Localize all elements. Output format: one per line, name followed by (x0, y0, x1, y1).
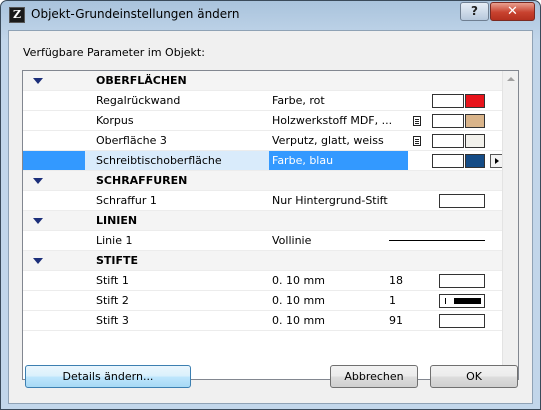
param-row-stift-1[interactable]: Stift 1 0. 10 mm 18 (23, 271, 503, 291)
param-value[interactable]: 0. 10 mm (269, 271, 408, 290)
pen-number[interactable]: 1 (389, 294, 396, 307)
document-icon (413, 136, 421, 146)
details-button[interactable]: Details ändern... (25, 365, 191, 388)
color-swatch[interactable] (465, 114, 485, 128)
group-row-linien[interactable]: LINIEN (23, 211, 503, 231)
group-row-schraffuren[interactable]: SCHRAFFUREN (23, 171, 503, 191)
selection-marker (23, 151, 85, 170)
param-name: Korpus (96, 114, 134, 127)
param-name: Schreibtischoberfläche (85, 151, 269, 170)
background-swatch[interactable] (432, 154, 464, 168)
scroll-up-icon[interactable] (507, 77, 515, 81)
cancel-button[interactable]: Abbrechen (330, 365, 418, 388)
line-type-sample (389, 240, 485, 241)
group-label: SCHRAFFUREN (96, 174, 188, 187)
collapse-triangle-icon[interactable] (33, 178, 43, 184)
param-row-schraffur-1[interactable]: Schraffur 1 Nur Hintergrund-Stift (23, 191, 503, 211)
pen-preview-mark (445, 298, 446, 304)
param-value[interactable]: Nur Hintergrund-Stift (269, 191, 408, 210)
pen-number[interactable]: 91 (389, 314, 403, 327)
help-button[interactable]: ? (460, 2, 489, 21)
color-swatch[interactable] (465, 134, 485, 148)
param-name: Regalrückwand (96, 94, 181, 107)
pen-preview-fill (454, 298, 481, 304)
param-value[interactable]: 0. 10 mm (269, 311, 408, 330)
param-value[interactable]: Verputz, glatt, weiss (269, 131, 408, 150)
param-value[interactable]: Holzwerkstoff MDF, ... (269, 111, 408, 130)
window-title: Objekt-Grundeinstellungen ändern (31, 7, 240, 21)
background-swatch[interactable] (432, 134, 464, 148)
ok-button[interactable]: OK (430, 365, 518, 388)
param-value[interactable]: 0. 10 mm (269, 291, 408, 310)
pen-swatch[interactable] (439, 274, 485, 288)
group-label: OBERFLÄCHEN (96, 74, 187, 87)
fill-swatch[interactable] (439, 194, 485, 208)
background-swatch[interactable] (432, 114, 464, 128)
collapse-triangle-icon[interactable] (33, 258, 43, 264)
section-label: Verfügbare Parameter im Objekt: (23, 46, 205, 59)
param-name: Oberfläche 3 (96, 134, 167, 147)
parameter-list[interactable]: OBERFLÄCHEN Regalrückwand Farbe, rot Kor… (22, 70, 519, 380)
param-row-stift-2[interactable]: Stift 2 0. 10 mm 1 (23, 291, 503, 311)
pen-swatch[interactable] (439, 314, 485, 328)
param-value[interactable]: Farbe, rot (269, 91, 408, 110)
param-name: Schraffur 1 (96, 194, 157, 207)
collapse-triangle-icon[interactable] (33, 218, 43, 224)
param-value[interactable]: Farbe, blau (269, 151, 408, 170)
param-row-regalrueckwand[interactable]: Regalrückwand Farbe, rot (23, 91, 503, 111)
app-logo-icon: Z (9, 7, 25, 23)
group-row-stifte[interactable]: STIFTE (23, 251, 503, 271)
param-row-stift-3[interactable]: Stift 3 0. 10 mm 91 (23, 311, 503, 331)
param-row-korpus[interactable]: Korpus Holzwerkstoff MDF, ... (23, 111, 503, 131)
param-row-schreibtischoberflaeche[interactable]: Schreibtischoberfläche Farbe, blau (23, 151, 503, 171)
collapse-triangle-icon[interactable] (33, 78, 43, 84)
param-name: Stift 2 (96, 294, 129, 307)
pen-swatch[interactable] (439, 294, 485, 308)
close-button[interactable]: ✕ (490, 2, 535, 21)
param-row-linie-1[interactable]: Linie 1 Vollinie (23, 231, 503, 251)
title-bar: Z Objekt-Grundeinstellungen ändern ? ✕ (1, 1, 540, 29)
param-name: Stift 1 (96, 274, 129, 287)
param-row-oberflaeche-3[interactable]: Oberfläche 3 Verputz, glatt, weiss (23, 131, 503, 151)
document-icon (413, 116, 421, 126)
dialog-content: Verfügbare Parameter im Objekt: OBERFLÄC… (8, 30, 533, 404)
group-label: LINIEN (96, 214, 138, 227)
color-swatch[interactable] (465, 154, 485, 168)
vertical-scrollbar[interactable] (502, 71, 518, 379)
dialog-window: Z Objekt-Grundeinstellungen ändern ? ✕ V… (0, 0, 541, 410)
param-value[interactable]: Vollinie (269, 231, 408, 250)
param-name: Linie 1 (96, 234, 133, 247)
param-name: Stift 3 (96, 314, 129, 327)
background-swatch[interactable] (432, 94, 464, 108)
color-swatch[interactable] (465, 94, 485, 108)
group-row-oberflaechen[interactable]: OBERFLÄCHEN (23, 71, 503, 91)
group-label: STIFTE (96, 254, 139, 267)
pen-number[interactable]: 18 (389, 274, 403, 287)
